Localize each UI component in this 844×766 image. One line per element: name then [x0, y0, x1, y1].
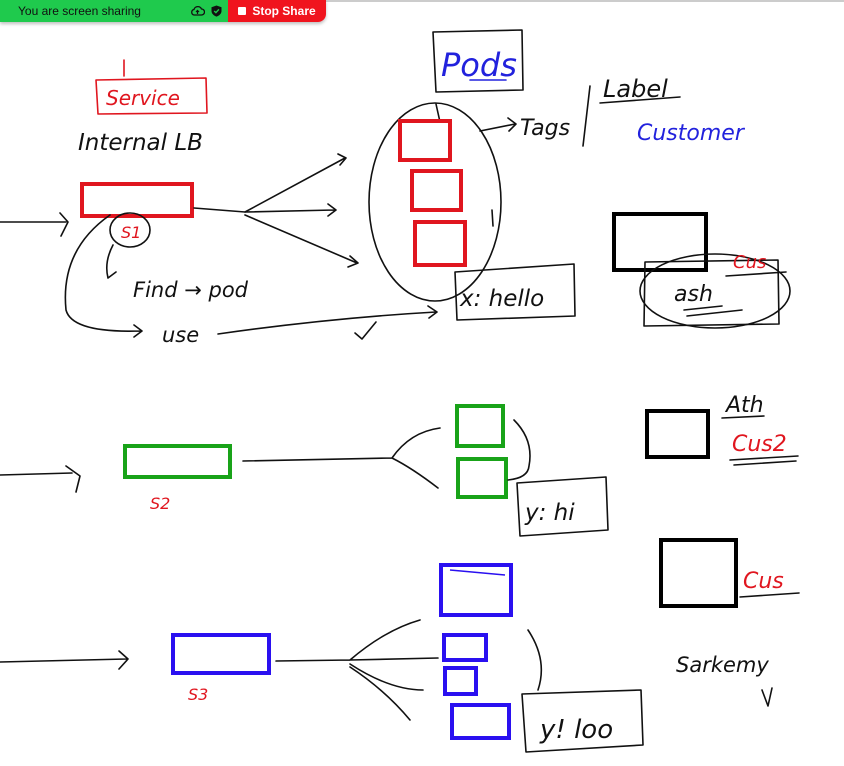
share-status-text: You are screen sharing	[18, 4, 141, 18]
s1-fanout-arrow-bottom	[244, 214, 359, 268]
whiteboard-canvas[interactable]: Service Internal LB S1 Find → pod use Po…	[0, 0, 844, 766]
cus2-label: Cus2	[732, 432, 787, 457]
pod-box-red-1	[398, 119, 452, 162]
screen-share-toolbar: You are screen sharing Stop Share	[0, 0, 326, 22]
share-status: You are screen sharing	[0, 0, 228, 22]
s2-service-box	[123, 444, 232, 479]
x-hello-text: x: hello	[459, 286, 544, 312]
use-text: use	[162, 323, 199, 347]
internal-lb-text: Internal LB	[78, 130, 203, 156]
find-pod-text: Find → pod	[133, 278, 249, 302]
customer-box-2	[645, 409, 710, 459]
tags-text: Tags	[520, 116, 570, 141]
ash-text: ash	[674, 282, 713, 307]
s3-fanout-lines	[275, 619, 439, 721]
cloud-upload-icon[interactable]	[190, 5, 205, 17]
pod-box-red-3	[413, 220, 467, 267]
pod-box-green-2	[456, 457, 508, 499]
ath-text: Ath	[724, 393, 764, 418]
stop-share-button[interactable]: Stop Share	[228, 0, 326, 22]
tick-mark	[354, 321, 377, 340]
tags-label-separator	[582, 85, 591, 147]
pod-box-blue-1-inner-stroke	[449, 569, 506, 576]
s1-label: S1	[121, 223, 141, 242]
tags-arrow	[479, 117, 517, 132]
sarkemy-tail	[761, 687, 773, 707]
pod-box-green-1	[455, 404, 505, 448]
s3-pods-brace	[527, 629, 543, 691]
pods-title-text: Pods	[441, 46, 517, 84]
pods-ellipse	[368, 102, 502, 302]
stop-square-icon	[238, 7, 247, 15]
cus2-underline	[729, 455, 799, 466]
service-label-text: Service	[106, 86, 180, 110]
y-loo-text: y! loo	[539, 715, 613, 745]
cus-label-3: Cus	[743, 569, 784, 594]
s2-pods-brace	[507, 419, 531, 481]
s3-incoming-arrow	[0, 650, 129, 670]
s2-incoming-arrow	[0, 465, 81, 493]
stop-share-label: Stop Share	[252, 4, 316, 18]
y-hi-text: y: hi	[524, 500, 575, 526]
s3-label: S3	[188, 685, 208, 704]
customer-text: Customer	[637, 121, 746, 146]
use-to-selector-arrow	[217, 305, 438, 335]
s1-fanout-arrow-top	[193, 153, 347, 213]
find-pod-hook	[106, 244, 117, 279]
ash-underline	[683, 305, 743, 317]
cus-label-1: Cus	[733, 252, 766, 273]
s2-label: S2	[150, 494, 170, 513]
s1-service-box	[80, 182, 194, 218]
pod-box-blue-4	[450, 703, 511, 740]
pod-box-blue-3	[443, 666, 478, 696]
pods-side-stroke	[491, 209, 494, 227]
s3-service-box	[171, 633, 271, 675]
s1-fanout-arrow-mid	[244, 203, 337, 217]
pod-box-blue-2	[442, 633, 488, 662]
customer-box-3	[659, 538, 738, 608]
pod-box-red-2	[410, 169, 463, 212]
s2-fanout-lines	[242, 427, 441, 489]
s1-incoming-arrow	[0, 212, 69, 237]
share-status-icons	[190, 5, 222, 17]
shield-check-icon[interactable]	[211, 5, 222, 17]
sarkemy-text: Sarkemy	[676, 653, 769, 677]
ash-ellipse	[639, 253, 791, 329]
